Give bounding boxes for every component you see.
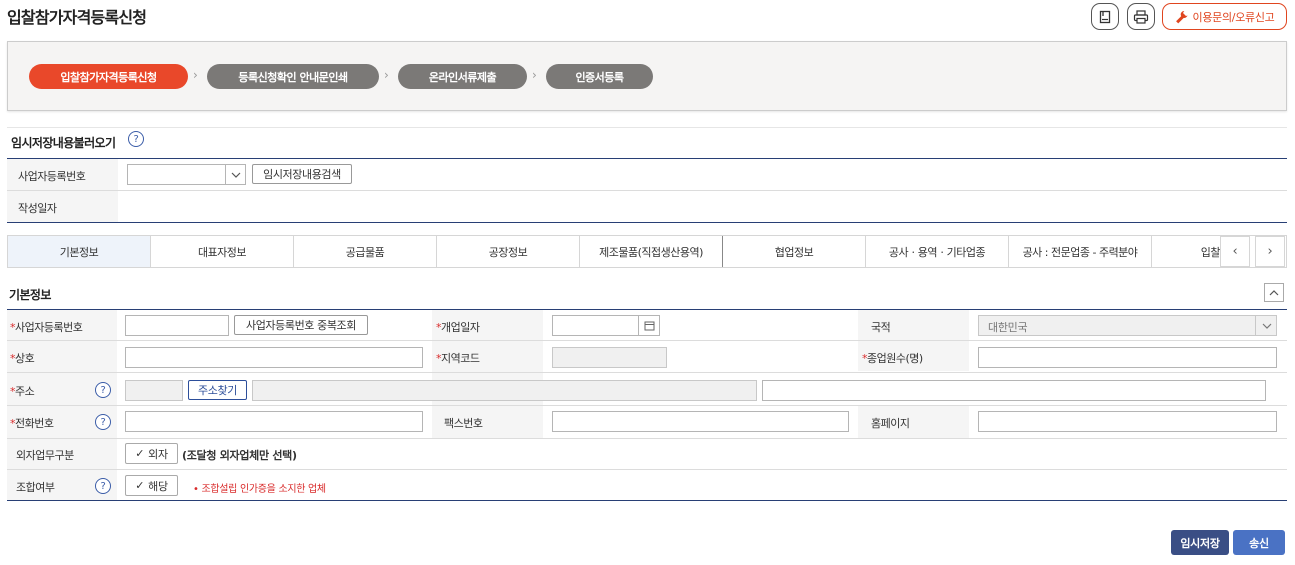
region-code-label: *지역코드 xyxy=(436,352,480,365)
write-date-label: 작성일자 xyxy=(18,202,57,215)
table-border xyxy=(7,500,1287,501)
step-apply[interactable]: 입찰참가자격등록신청 xyxy=(29,64,188,89)
tab-factory[interactable]: 공장정보 xyxy=(437,236,580,267)
help-icon[interactable]: ? xyxy=(128,131,144,147)
print-button[interactable] xyxy=(1127,3,1155,30)
row-divider xyxy=(7,405,1287,406)
nationality-label: 국적 xyxy=(871,321,891,334)
check-icon: ✓ xyxy=(135,479,145,492)
step-confirm-print[interactable]: 등록신청확인 안내문인쇄 xyxy=(207,64,379,89)
tab-next-button[interactable]: › xyxy=(1255,236,1285,267)
homepage-input[interactable] xyxy=(978,411,1277,432)
chevron-down-icon[interactable] xyxy=(1255,315,1277,336)
tab-manufactured-items[interactable]: 제조물품(직접생산용역) xyxy=(580,236,723,267)
chevron-right-icon: › xyxy=(1267,244,1273,259)
chevron-down-icon[interactable] xyxy=(225,164,246,185)
table-border xyxy=(7,222,1287,223)
help-icon[interactable]: ? xyxy=(95,478,111,494)
nationality-select[interactable]: 대한민국 xyxy=(978,315,1277,336)
zipcode-input xyxy=(125,380,183,401)
report-error-label: 이용문의/오류신고 xyxy=(1192,10,1275,24)
phone-input[interactable] xyxy=(125,411,423,432)
company-name-label: *상호 xyxy=(10,352,35,365)
employees-label: *종업원수(명) xyxy=(862,352,923,365)
dup-check-button[interactable]: 사업자등록번호 중복조회 xyxy=(234,315,368,335)
table-border xyxy=(7,309,1287,310)
phone-label: *전화번호 xyxy=(10,417,54,430)
calendar-icon[interactable] xyxy=(638,315,660,336)
temp-load-title: 임시저장내용불러오기 xyxy=(11,136,116,150)
collapse-button[interactable] xyxy=(1264,283,1284,302)
step-certificate[interactable]: 인증서등록 xyxy=(546,64,653,89)
outsourcing-checkbox[interactable]: ✓ 외자 xyxy=(125,443,178,464)
send-button[interactable]: 송신 xyxy=(1233,530,1285,555)
tab-supply-items[interactable]: 공급물품 xyxy=(294,236,437,267)
page-title: 입찰참가자격등록신청 xyxy=(7,8,147,27)
union-label: 조합여부 xyxy=(16,481,55,494)
tab-basic-info[interactable]: 기본정보 xyxy=(8,236,151,267)
region-code-input xyxy=(552,347,667,368)
row-divider xyxy=(7,469,1287,470)
table-border xyxy=(7,158,1287,159)
row-divider xyxy=(7,438,1287,439)
tab-cooperation[interactable]: 협업정보 xyxy=(723,236,866,267)
step-arrow-icon: › xyxy=(193,68,198,82)
address-main-input xyxy=(252,380,757,401)
row-divider xyxy=(7,372,1287,373)
print-icon xyxy=(1133,9,1149,24)
outsourcing-note: (조달청 외자업체만 선택) xyxy=(182,449,297,462)
chevron-up-icon xyxy=(1269,289,1279,295)
fax-input[interactable] xyxy=(552,411,849,432)
check-icon: ✓ xyxy=(135,447,145,460)
homepage-label: 홈페이지 xyxy=(871,417,910,430)
open-date-label: *개업일자 xyxy=(436,321,480,334)
bookmark-icon xyxy=(1099,10,1111,23)
union-note: • 조합설립 인가증을 소지한 업체 xyxy=(193,484,326,495)
step-online-docs[interactable]: 온라인서류제출 xyxy=(398,64,527,89)
report-error-button[interactable]: 이용문의/오류신고 xyxy=(1162,3,1287,30)
wrench-icon xyxy=(1175,10,1188,23)
help-icon[interactable]: ? xyxy=(95,382,111,398)
tab-construction-industry[interactable]: 공사ㆍ용역ㆍ기타업종 xyxy=(866,236,1009,267)
business-no-field-label: *사업자등록번호 xyxy=(10,321,83,334)
business-no-label: 사업자등록번호 xyxy=(18,170,86,183)
tab-representative[interactable]: 대표자정보 xyxy=(151,236,294,267)
tab-prev-button[interactable]: ‹ xyxy=(1220,236,1250,267)
fax-label: 팩스번호 xyxy=(444,417,483,430)
address-label: *주소 xyxy=(10,385,35,398)
tab-bid[interactable]: 입찰 xyxy=(1152,236,1220,267)
basic-info-title: 기본정보 xyxy=(9,288,51,302)
step-arrow-icon: › xyxy=(384,68,389,82)
temp-search-button[interactable]: 임시저장내용검색 xyxy=(252,164,352,184)
divider xyxy=(7,127,1287,128)
help-icon[interactable]: ? xyxy=(95,414,111,430)
chevron-left-icon: ‹ xyxy=(1232,244,1238,259)
outsourcing-label: 외자업무구분 xyxy=(16,449,74,462)
address-search-button[interactable]: 주소찾기 xyxy=(188,380,247,400)
employees-input[interactable] xyxy=(978,347,1277,368)
row-divider xyxy=(7,190,1287,191)
address-detail-input[interactable] xyxy=(762,380,1266,401)
tab-specialty[interactable]: 공사 : 전문업종 - 주력분야 xyxy=(1009,236,1152,267)
business-no-input[interactable] xyxy=(125,315,229,336)
company-name-input[interactable] xyxy=(125,347,423,368)
row-divider xyxy=(7,340,1287,341)
bookmark-button[interactable] xyxy=(1091,3,1119,30)
union-checkbox[interactable]: ✓ 해당 xyxy=(125,475,178,496)
temp-save-button[interactable]: 임시저장 xyxy=(1171,530,1229,555)
step-arrow-icon: › xyxy=(532,68,537,82)
